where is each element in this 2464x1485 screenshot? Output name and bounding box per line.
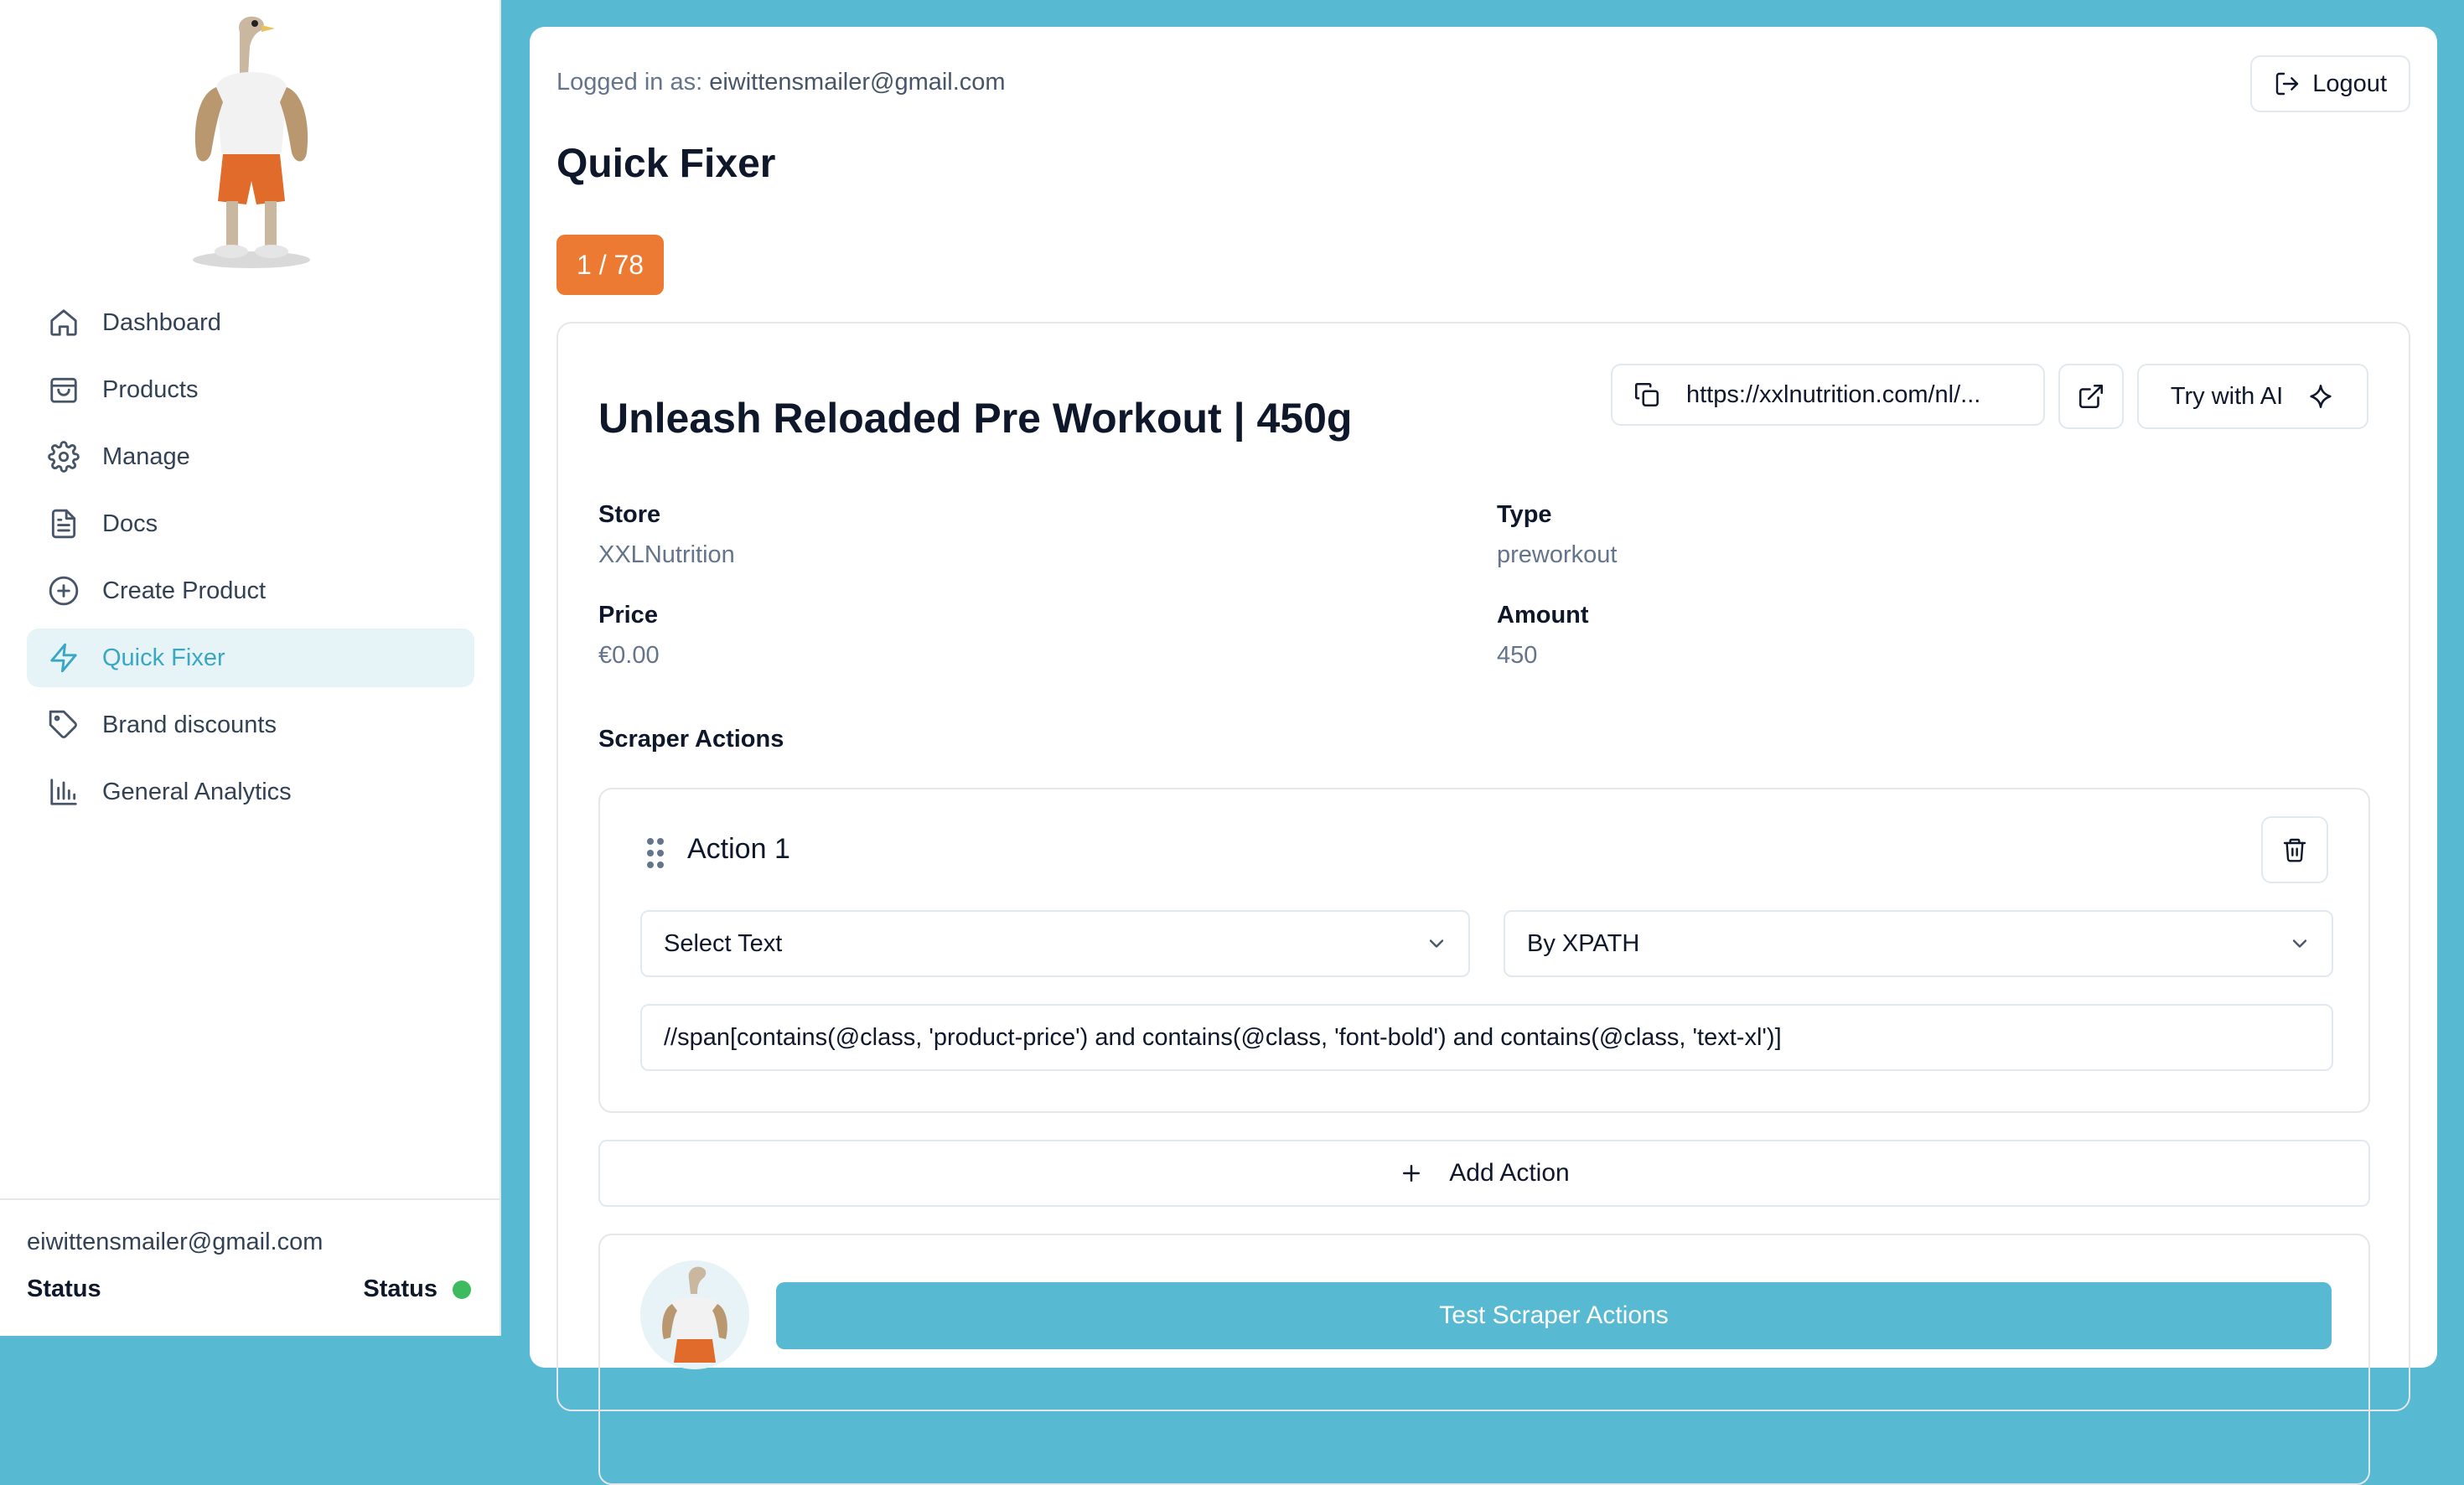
sidebar-item-label: Dashboard bbox=[102, 308, 221, 336]
sidebar-nav: Dashboard Products Manage Docs Create Pr… bbox=[27, 293, 474, 830]
price-value: €0.00 bbox=[598, 642, 660, 669]
product-counter-badge: 1 / 78 bbox=[556, 235, 665, 295]
tag-icon bbox=[47, 708, 80, 742]
main-panel: Logged in as: eiwittensmailer@gmail.com … bbox=[530, 27, 2437, 1485]
type-label: Type bbox=[1497, 501, 1552, 528]
sidebar: Dashboard Products Manage Docs Create Pr… bbox=[0, 0, 501, 1336]
logout-button[interactable]: Logout bbox=[2250, 55, 2410, 112]
action-title: Action 1 bbox=[687, 833, 790, 865]
logged-in-email: eiwittensmailer@gmail.com bbox=[709, 69, 1006, 96]
home-icon bbox=[47, 306, 80, 339]
shopping-bag-icon bbox=[47, 373, 80, 406]
status-indicator: Status bbox=[363, 1275, 471, 1303]
sidebar-item-quick-fixer[interactable]: Quick Fixer bbox=[27, 629, 474, 687]
logout-label: Logout bbox=[2312, 70, 2387, 97]
lightning-icon bbox=[47, 641, 80, 675]
product-card: Unleash Reloaded Pre Workout | 450g http… bbox=[556, 322, 2410, 1485]
logged-in-prefix: Logged in as: bbox=[556, 69, 703, 96]
logo bbox=[168, 10, 335, 270]
test-scraper-actions-button[interactable]: Test Scraper Actions bbox=[776, 1282, 2332, 1349]
type-value: preworkout bbox=[1497, 541, 1618, 568]
action-type-value: Select Text bbox=[664, 929, 783, 957]
store-value: XXLNutrition bbox=[598, 541, 735, 568]
logout-icon bbox=[2276, 72, 2299, 96]
user-email: eiwittensmailer@gmail.com bbox=[27, 1229, 324, 1255]
sidebar-item-docs[interactable]: Docs bbox=[27, 494, 474, 553]
avatar bbox=[640, 1260, 749, 1369]
chevron-down-icon bbox=[1429, 939, 1444, 948]
copy-icon bbox=[1634, 382, 1659, 407]
sidebar-item-label: General Analytics bbox=[102, 778, 292, 805]
price-label: Price bbox=[598, 602, 658, 629]
copy-url-button[interactable]: https://xxlnutrition.com/nl/... bbox=[1611, 364, 2045, 426]
status-text: Status bbox=[363, 1275, 437, 1302]
amount-value: 450 bbox=[1497, 642, 1538, 669]
product-url: https://xxlnutrition.com/nl/... bbox=[1686, 380, 1981, 408]
page-title: Quick Fixer bbox=[556, 142, 776, 186]
sidebar-item-manage[interactable]: Manage bbox=[27, 427, 474, 486]
sidebar-item-label: Quick Fixer bbox=[102, 644, 225, 671]
action-card: Action 1 Select Text By XPATH //span[con… bbox=[598, 788, 2370, 1113]
sidebar-item-label: Brand discounts bbox=[102, 711, 277, 738]
try-with-ai-label: Try with AI bbox=[2170, 382, 2284, 410]
sidebar-item-create-product[interactable]: Create Product bbox=[27, 561, 474, 620]
sidebar-item-label: Create Product bbox=[102, 577, 267, 604]
sidebar-item-dashboard[interactable]: Dashboard bbox=[27, 293, 474, 352]
sidebar-item-label: Docs bbox=[102, 510, 158, 537]
trash-icon bbox=[2283, 838, 2306, 862]
sidebar-footer: eiwittensmailer@gmail.com Status Status bbox=[0, 1198, 500, 1338]
plus-icon bbox=[1403, 1165, 1421, 1182]
sidebar-item-label: Manage bbox=[102, 442, 190, 470]
chevron-down-icon bbox=[2292, 939, 2307, 948]
drag-handle-icon[interactable] bbox=[645, 836, 665, 870]
sidebar-item-brand-discounts[interactable]: Brand discounts bbox=[27, 696, 474, 754]
action-type-select[interactable]: Select Text bbox=[640, 910, 1470, 977]
store-label: Store bbox=[598, 501, 661, 528]
document-icon bbox=[47, 507, 80, 541]
sidebar-item-label: Products bbox=[102, 375, 199, 403]
add-action-label: Add Action bbox=[1449, 1159, 1570, 1187]
test-scraper-card: Test Scraper Actions bbox=[598, 1234, 2370, 1485]
bar-chart-icon bbox=[47, 775, 80, 809]
external-link-icon bbox=[2078, 384, 2104, 409]
sparkle-icon bbox=[2310, 384, 2332, 409]
open-url-button[interactable] bbox=[2058, 364, 2124, 429]
selector-type-select[interactable]: By XPATH bbox=[1504, 910, 2333, 977]
product-title: Unleash Reloaded Pre Workout | 450g bbox=[598, 395, 1353, 442]
scraper-actions-heading: Scraper Actions bbox=[598, 726, 784, 753]
gear-icon bbox=[47, 440, 80, 473]
sidebar-item-general-analytics[interactable]: General Analytics bbox=[27, 763, 474, 821]
logged-in-text: Logged in as: eiwittensmailer@gmail.com bbox=[556, 69, 1006, 96]
status-dot-icon bbox=[453, 1280, 471, 1299]
add-action-button[interactable]: Add Action bbox=[598, 1140, 2370, 1207]
status-label: Status bbox=[27, 1275, 101, 1302]
delete-action-button[interactable] bbox=[2261, 816, 2328, 883]
sidebar-item-products[interactable]: Products bbox=[27, 360, 474, 419]
xpath-input[interactable]: //span[contains(@class, 'product-price')… bbox=[640, 1004, 2333, 1071]
try-with-ai-button[interactable]: Try with AI bbox=[2137, 364, 2368, 429]
selector-type-value: By XPATH bbox=[1527, 929, 1640, 957]
plus-circle-icon bbox=[47, 574, 80, 608]
amount-label: Amount bbox=[1497, 602, 1589, 629]
